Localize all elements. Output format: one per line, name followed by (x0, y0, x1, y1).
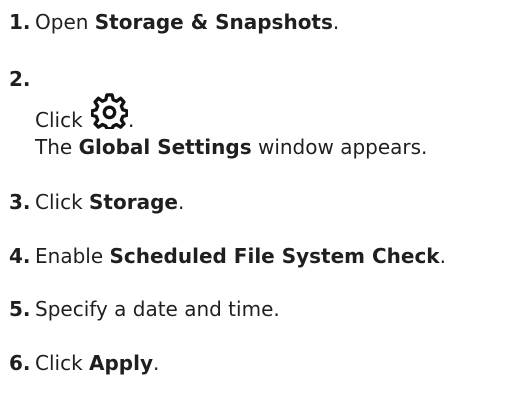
step-text: Click . The Global Settings window appea… (9, 92, 504, 161)
step-text-prefix: Open (35, 10, 95, 34)
step-text-prefix: Click (35, 351, 90, 375)
step-text: Specify a date and time. (35, 297, 280, 321)
step-line-click-settings: Click . (35, 92, 504, 134)
step-number: 3. (9, 190, 31, 214)
storage-label: Storage (89, 190, 178, 214)
step-6: 6. Click Apply. (9, 350, 504, 377)
step-text-suffix: . (128, 108, 135, 132)
step-text-suffix: . (332, 10, 340, 34)
step-text: Enable Scheduled File System Check. (35, 244, 446, 268)
step-text: Click Storage. (35, 190, 184, 214)
step-5: 5. Specify a date and time. (9, 296, 504, 323)
step-text-suffix: . (177, 190, 185, 214)
storage-snapshots-label: Storage & Snapshots (94, 10, 333, 34)
global-settings-label: Global Settings (78, 135, 252, 159)
step-text: Click Apply. (35, 351, 159, 375)
step-line2-prefix: The (35, 135, 79, 159)
step-line2-suffix: window appears. (251, 135, 428, 159)
step-text-prefix: Enable (35, 244, 110, 268)
step-number: 6. (9, 351, 31, 375)
step-text-prefix: Click (35, 190, 90, 214)
step-4: 4. Enable Scheduled File System Check. (9, 243, 504, 270)
step-text-suffix: . (153, 351, 160, 375)
step-text-prefix: Click (35, 108, 90, 132)
instruction-steps: 1. Open Storage & Snapshots. 2. Click . T… (9, 9, 504, 403)
settings-gear-icon (91, 92, 129, 129)
apply-label: Apply (89, 351, 154, 375)
step-text-suffix: . (439, 244, 446, 268)
step-3: 3. Click Storage. (9, 189, 504, 216)
step-line-window-appears: The Global Settings window appears. (35, 134, 504, 161)
step-number: 1. (9, 10, 31, 34)
step-2: 2. Click . The Global Settings window ap… (9, 66, 504, 161)
scheduled-file-system-check-label: Scheduled File System Check (109, 244, 440, 268)
step-text: Open Storage & Snapshots. (35, 10, 339, 34)
step-number: 5. (9, 297, 31, 321)
step-number: 4. (9, 244, 31, 268)
step-number: 2. (9, 67, 31, 91)
step-1: 1. Open Storage & Snapshots. (9, 9, 504, 36)
